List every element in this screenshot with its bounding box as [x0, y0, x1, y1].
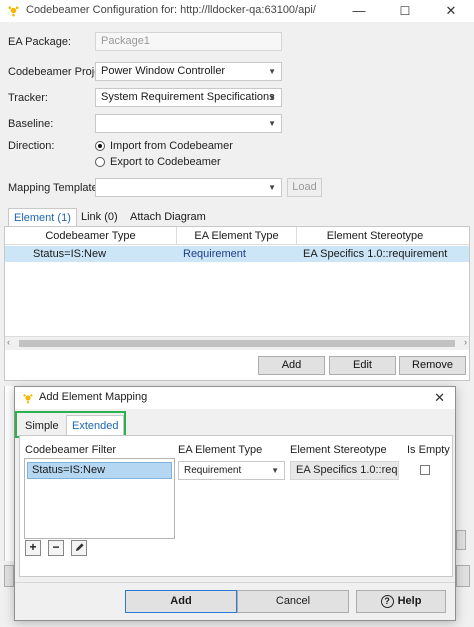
baseline-label: Baseline:: [8, 118, 54, 130]
chevron-down-icon: ▼: [268, 183, 276, 192]
tracker-value: System Requirement Specifications: [101, 91, 275, 103]
scroll-thumb[interactable]: [19, 340, 455, 347]
edit-filter-button[interactable]: [71, 540, 87, 556]
mapping-template-dropdown[interactable]: ▼: [95, 178, 282, 197]
chevron-down-icon: ▼: [268, 119, 276, 128]
table-cell: EA Specifics 1.0::requirement: [303, 248, 448, 260]
background-button-edge: [456, 565, 470, 587]
export-radio[interactable]: [95, 157, 105, 167]
maximize-button[interactable]: ☐: [382, 0, 428, 22]
minimize-icon: —: [352, 3, 366, 18]
remove-mapping-button[interactable]: Remove: [399, 356, 466, 375]
table-header: Codebeamer Type EA Element Type Element …: [5, 227, 469, 245]
scroll-left-icon[interactable]: ‹: [7, 337, 10, 347]
baseline-dropdown[interactable]: ▼: [95, 114, 282, 133]
tab-extended[interactable]: Extended: [66, 415, 125, 435]
window-title: Codebeamer Configuration for: http://lld…: [26, 4, 316, 16]
project-dropdown[interactable]: Power Window Controller ▼: [95, 62, 282, 81]
direction-label: Direction:: [8, 140, 55, 152]
remove-filter-button[interactable]: −: [48, 540, 64, 556]
maximize-icon: ☐: [399, 4, 411, 18]
column-header[interactable]: Element Stereotype: [297, 227, 453, 245]
table-cell: Requirement: [183, 248, 246, 260]
table-cell: Status=IS:New: [33, 248, 107, 260]
type-column-label: EA Element Type: [178, 444, 263, 456]
filter-list[interactable]: Status=IS:New: [24, 458, 175, 539]
help-icon: ?: [380, 594, 394, 608]
dialog-title: Add Element Mapping: [39, 391, 148, 403]
tab-element[interactable]: Element (1): [8, 208, 77, 227]
export-radio-label: Export to Codebeamer: [110, 156, 221, 168]
import-radio[interactable]: [95, 141, 105, 151]
pencil-icon: [75, 543, 84, 552]
dialog-title-bar: Add Element Mapping ✕: [15, 387, 455, 409]
column-header[interactable]: EA Element Type: [177, 227, 297, 245]
minimize-button[interactable]: —: [336, 0, 382, 22]
project-value: Power Window Controller: [101, 65, 226, 77]
tab-link[interactable]: Link (0): [81, 208, 118, 226]
background-panel-edge: [4, 386, 14, 561]
add-filter-button[interactable]: +: [25, 540, 41, 556]
chevron-down-icon: ▼: [271, 466, 279, 475]
column-header[interactable]: Codebeamer Type: [5, 227, 177, 245]
ea-element-type-value: Requirement: [184, 465, 242, 476]
dialog-help-button[interactable]: ? Help: [356, 590, 446, 613]
tab-attach-diagram[interactable]: Attach Diagram: [130, 208, 206, 226]
background-button-edge: [456, 530, 466, 550]
tab-simple[interactable]: Simple: [25, 417, 59, 435]
stereotype-column-label: Element Stereotype: [290, 444, 387, 456]
chevron-down-icon: ▼: [268, 67, 276, 76]
app-logo-icon: [8, 6, 19, 17]
background-button-edge: [4, 565, 14, 587]
table-row[interactable]: Status=IS:New Requirement EA Specifics 1…: [5, 246, 469, 262]
chevron-down-icon: ▼: [268, 93, 276, 102]
tracker-dropdown[interactable]: System Requirement Specifications ▼: [95, 88, 282, 107]
edit-mapping-button[interactable]: Edit: [329, 356, 396, 375]
ea-package-field: Package1: [95, 32, 282, 51]
app-logo-icon: [23, 394, 33, 404]
plus-icon: +: [29, 540, 37, 554]
close-icon: ✕: [445, 3, 457, 18]
horizontal-scrollbar[interactable]: ‹ ›: [5, 336, 469, 350]
ea-element-type-dropdown[interactable]: Requirement ▼: [178, 461, 285, 480]
import-radio-label: Import from Codebeamer: [110, 140, 233, 152]
dialog-close-icon[interactable]: ✕: [434, 390, 445, 406]
add-mapping-button[interactable]: Add: [258, 356, 325, 375]
add-element-mapping-dialog: Add Element Mapping ✕ Simple Extended Co…: [14, 386, 456, 621]
tracker-label: Tracker:: [8, 92, 48, 104]
dialog-cancel-button[interactable]: Cancel: [237, 590, 349, 613]
scroll-right-icon[interactable]: ›: [464, 337, 467, 347]
dialog-add-button[interactable]: Add: [125, 590, 237, 613]
ea-package-label: EA Package:: [8, 36, 71, 48]
mapping-template-label: Mapping Template:: [8, 182, 101, 194]
is-empty-checkbox[interactable]: [420, 465, 430, 475]
minus-icon: −: [52, 540, 60, 554]
element-table-panel: Codebeamer Type EA Element Type Element …: [4, 226, 470, 381]
help-label: Help: [397, 595, 422, 607]
filter-column-label: Codebeamer Filter: [25, 444, 117, 456]
list-item[interactable]: Status=IS:New: [27, 462, 172, 479]
close-button[interactable]: ✕: [428, 0, 474, 22]
element-stereotype-field: EA Specifics 1.0::requirement: [290, 461, 399, 480]
is-empty-column-label: Is Empty: [407, 444, 450, 456]
load-button[interactable]: Load: [287, 178, 322, 197]
title-bar: Codebeamer Configuration for: http://lld…: [0, 0, 474, 22]
